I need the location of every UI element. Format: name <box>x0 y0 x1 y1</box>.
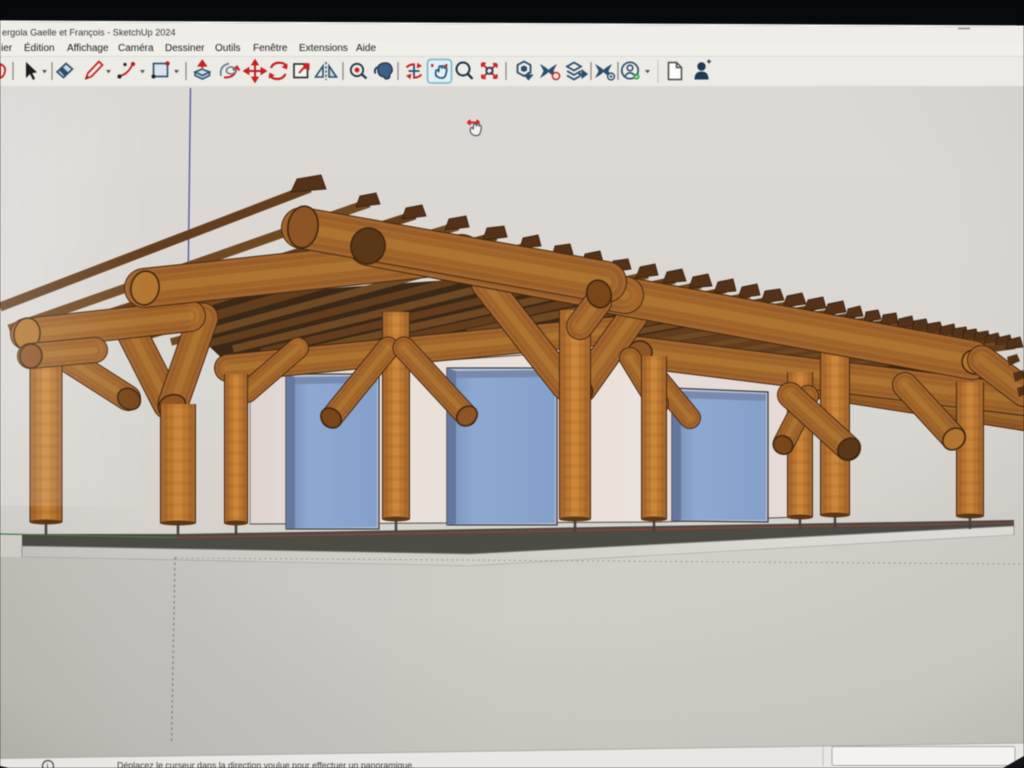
svg-text:Outils: Outils <box>215 43 241 54</box>
svg-text:Aide: Aide <box>356 43 376 54</box>
svg-text:Fenêtre: Fenêtre <box>253 43 288 54</box>
svg-text:ergola Gaelle et François - Sk: ergola Gaelle et François - SketchUp 202… <box>2 28 176 38</box>
svg-text:ier: ier <box>1 43 13 54</box>
svg-text:Extensions: Extensions <box>299 43 348 54</box>
svg-text:Dessiner: Dessiner <box>165 43 205 54</box>
svg-text:Affichage: Affichage <box>67 43 109 54</box>
svg-text:Édition: Édition <box>24 41 55 54</box>
svg-text:Déplacez le curseur dans la di: Déplacez le curseur dans la direction vo… <box>117 761 415 768</box>
svg-text:Caméra: Caméra <box>118 43 154 54</box>
svg-text:i: i <box>47 762 49 768</box>
